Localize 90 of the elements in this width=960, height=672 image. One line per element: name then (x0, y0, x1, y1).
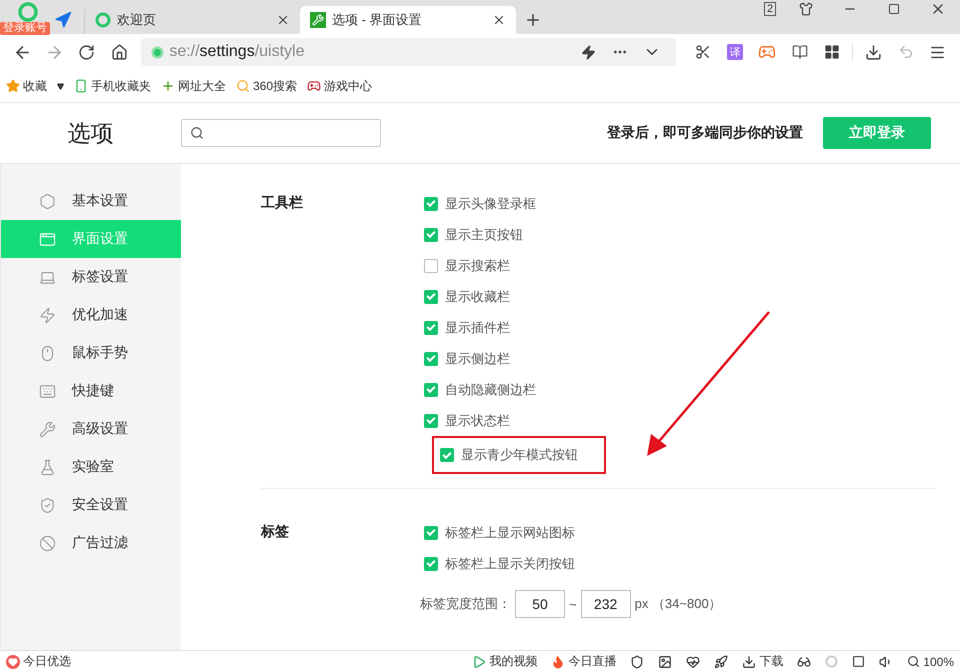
phone-icon (74, 79, 88, 93)
search-icon (236, 79, 250, 93)
option-label: 标签栏上显示网站图标 (445, 524, 575, 542)
option-label: 显示主页按钮 (445, 226, 523, 244)
range-separator: ~ (569, 596, 577, 612)
option-label: 显示状态栏 (445, 412, 510, 430)
address-bar[interactable]: se://settings/uistyle (141, 38, 676, 66)
plus-icon (161, 79, 175, 93)
option-label: 显示侧边栏 (445, 350, 510, 368)
sidebar-item[interactable]: 安全设置 (1, 486, 181, 524)
close-tab-icon[interactable] (276, 13, 290, 27)
flask-icon (39, 458, 56, 476)
downloads[interactable]: 下载 (742, 653, 784, 670)
checkbox[interactable] (440, 448, 454, 462)
sidebar-item[interactable]: 广告过滤 (1, 524, 181, 562)
shield-icon[interactable] (630, 654, 644, 668)
wrench-icon (310, 12, 326, 28)
lightning-icon (39, 306, 56, 324)
heart-pulse-icon[interactable] (686, 654, 700, 668)
url-text: se://settings/uistyle (169, 43, 306, 61)
range-label: 标签宽度范围： (420, 595, 511, 613)
tab-count[interactable]: 2 (756, 0, 784, 18)
checkbox[interactable] (424, 526, 438, 540)
checkbox[interactable] (424, 258, 438, 272)
page-title: 选项 (66, 118, 114, 148)
bookmark-link[interactable]: 收藏 (6, 78, 47, 94)
shield-icon (39, 496, 56, 514)
bookmark-link[interactable]: 游戏中心 (307, 78, 372, 94)
browser-tab[interactable]: 选项 - 界面设置 (300, 6, 516, 34)
sync-hint: 登录后，即可多端同步你的设置 (607, 124, 803, 142)
option-label: 显示收藏栏 (445, 288, 510, 306)
my-videos[interactable]: 我的视频 (472, 653, 538, 670)
option-label: 自动隐藏侧边栏 (445, 380, 536, 398)
checkbox[interactable] (424, 352, 438, 366)
tab-title: 选项 - 界面设置 (332, 11, 423, 29)
sidebar-item[interactable]: 实验室 (1, 448, 181, 486)
checkbox[interactable] (424, 382, 438, 396)
checkbox[interactable] (424, 228, 438, 242)
today-picks[interactable]: 今日优选 (6, 653, 71, 670)
sidebar-item[interactable]: 标签设置 (1, 258, 181, 296)
sidebar-item[interactable]: 快捷键 (1, 372, 181, 410)
checkbox[interactable] (424, 320, 438, 334)
star-icon (6, 79, 20, 93)
e-logo-icon (95, 12, 111, 28)
checkbox[interactable] (424, 414, 438, 428)
hexagon-icon (39, 192, 56, 210)
zoom-level[interactable]: 100% (907, 654, 954, 668)
option-label: 显示搜索栏 (445, 256, 510, 274)
tab-title: 欢迎页 (117, 11, 157, 29)
mouse-icon (39, 344, 56, 362)
max-width-field[interactable]: 232 (580, 590, 631, 618)
sidebar-item[interactable]: 高级设置 (1, 410, 181, 448)
translate-button[interactable]: 译 (718, 37, 752, 67)
option-label: 显示头像登录框 (445, 194, 536, 212)
zoom-icon (907, 655, 920, 668)
wrench-icon (39, 420, 56, 438)
min-width-field[interactable]: 50 (515, 590, 565, 618)
range-unit: px （34~800） (634, 595, 722, 613)
close-tab-icon[interactable] (492, 13, 506, 27)
rocket-icon[interactable] (714, 654, 728, 668)
shortcut-icon (39, 382, 56, 400)
option-label: 显示插件栏 (445, 318, 510, 336)
secure-icon (151, 46, 164, 58)
download-icon (742, 654, 756, 668)
dropdown-icon[interactable] (57, 82, 64, 90)
bookmark-link[interactable]: 手机收藏夹 (74, 78, 151, 94)
window-icon (39, 230, 56, 248)
section-title: 工具栏 (261, 193, 304, 212)
block-icon (39, 534, 56, 552)
glasses-icon[interactable] (797, 654, 812, 668)
flame-icon (551, 654, 566, 668)
checkbox[interactable] (424, 290, 438, 304)
bookmark-link[interactable]: 网址大全 (161, 78, 226, 94)
checkbox[interactable] (424, 196, 438, 210)
option-label: 标签栏上显示关闭按钮 (445, 554, 575, 572)
sidebar-item[interactable]: 优化加速 (1, 296, 181, 334)
live-today[interactable]: 今日直播 (551, 653, 616, 670)
search-icon (190, 126, 204, 140)
checkbox[interactable] (424, 556, 438, 570)
sidebar-item[interactable]: 基本设置 (1, 182, 181, 220)
bookmark-link[interactable]: 360搜索 (236, 78, 298, 94)
window-icon[interactable] (852, 655, 866, 668)
image-icon[interactable] (658, 654, 672, 668)
sidebar-item[interactable]: 鼠标手势 (1, 334, 181, 372)
gamepad-icon (307, 79, 322, 93)
play-icon (472, 654, 486, 668)
section-title: 标签 (261, 522, 290, 541)
option-label: 显示青少年模式按钮 (461, 446, 578, 464)
heart-icon (6, 654, 20, 668)
search-field[interactable] (181, 119, 381, 147)
